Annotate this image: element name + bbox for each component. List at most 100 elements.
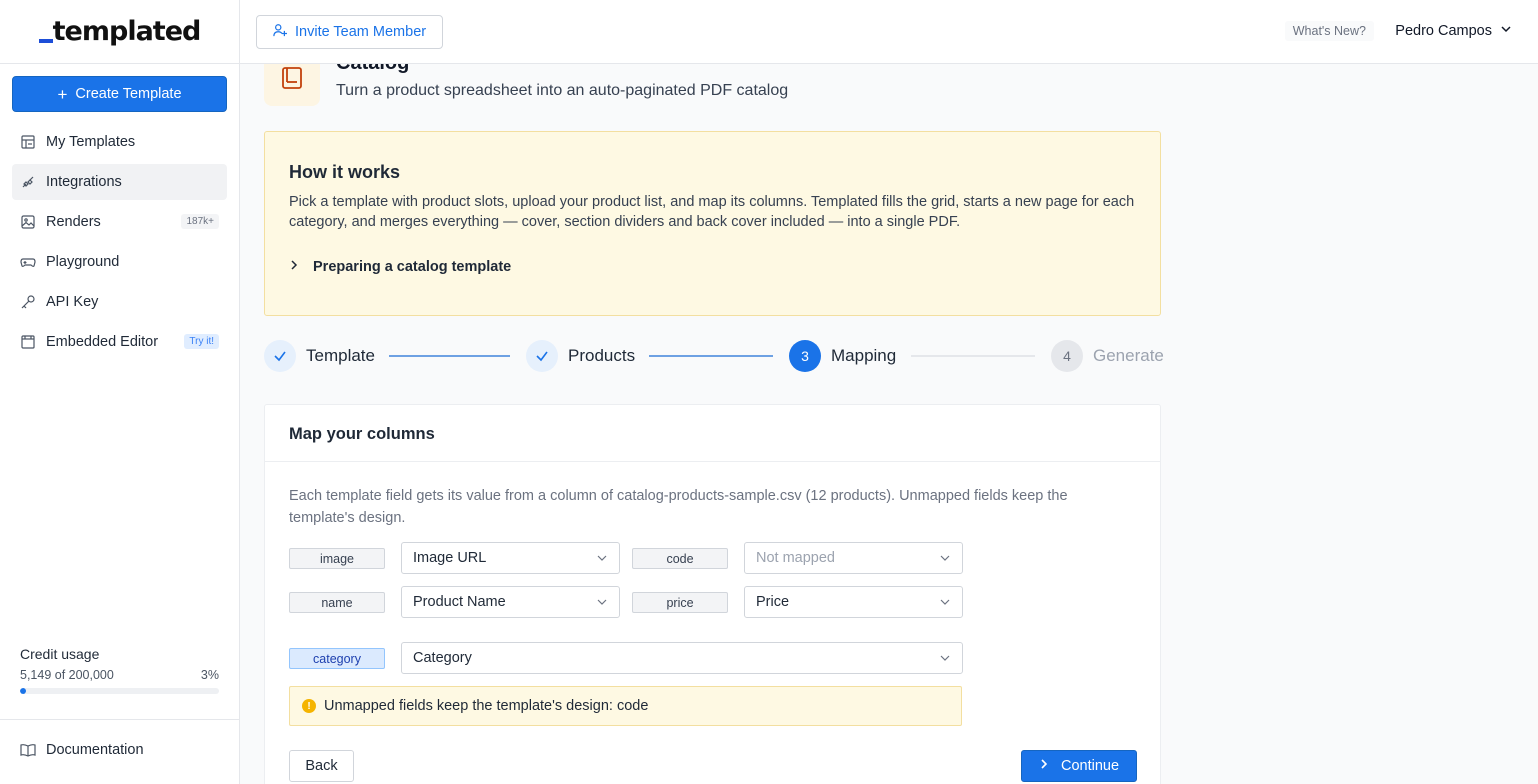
map-columns-description: Each template field gets its value from … [289, 488, 1068, 526]
field-tag-price: price [632, 592, 728, 613]
chevron-down-icon [939, 652, 951, 668]
credit-usage-fill [20, 688, 26, 694]
create-template-button[interactable]: + Create Template [12, 76, 227, 112]
field-tag-image: image [289, 548, 385, 569]
invite-label: Invite Team Member [295, 24, 427, 40]
sidebar-item-integrations[interactable]: Integrations [12, 164, 227, 200]
step-mapping[interactable]: 3 Mapping [789, 340, 896, 372]
window-icon [20, 334, 36, 350]
name-column-select[interactable]: Product Name [401, 586, 620, 618]
sidebar-item-api-key[interactable]: API Key [12, 284, 227, 320]
select-value: Not mapped [756, 550, 835, 566]
code-column-select[interactable]: Not mapped [744, 542, 963, 574]
main-content: Catalog Turn a product spreadsheet into … [240, 64, 1538, 784]
price-column-select[interactable]: Price [744, 586, 963, 618]
image-icon [20, 214, 36, 230]
how-it-works-panel: How it works Pick a template with produc… [264, 131, 1161, 316]
catalog-book-icon [264, 64, 320, 106]
preparing-template-toggle[interactable]: Preparing a catalog template [289, 259, 511, 275]
sidebar: templated + Create Template My Templates… [0, 0, 240, 784]
sidebar-item-label: My Templates [46, 134, 136, 150]
try-it-badge: Try it! [184, 334, 219, 349]
step-generate[interactable]: 4 Generate [1051, 340, 1164, 372]
how-it-works-title: How it works [289, 162, 401, 182]
chevron-down-icon [596, 552, 608, 568]
whats-new-button[interactable]: What's New? [1284, 21, 1374, 41]
sidebar-item-renders[interactable]: Renders 187k+ [12, 204, 227, 240]
book-icon [20, 742, 36, 758]
credit-usage: Credit usage 5,149 of 200,000 3% [20, 646, 219, 694]
user-name: Pedro Campos [1395, 23, 1492, 39]
step-label: Products [568, 346, 636, 365]
step-connector [649, 355, 773, 357]
field-tag-name: name [289, 592, 385, 613]
renders-count-badge: 187k+ [181, 214, 219, 229]
credit-usage-percent: 3% [200, 668, 219, 682]
sidebar-item-label: Renders [46, 214, 101, 230]
unmapped-warning: ! Unmapped fields keep the template's de… [289, 686, 962, 726]
check-icon [526, 340, 558, 372]
sidebar-item-label: Integrations [46, 174, 122, 190]
field-tag-category: category [289, 648, 385, 669]
field-tag-code: code [632, 548, 728, 569]
step-label: Template [306, 346, 375, 365]
create-template-label: Create Template [75, 86, 182, 102]
chevron-down-icon [596, 596, 608, 612]
integrations-icon [20, 174, 36, 190]
credit-usage-bar [20, 688, 219, 694]
logo-area: templated [0, 0, 239, 64]
continue-button[interactable]: Continue [1021, 750, 1137, 782]
image-column-select[interactable]: Image URL [401, 542, 620, 574]
documentation-label: Documentation [46, 742, 144, 758]
check-icon [264, 340, 296, 372]
gamepad-icon [20, 254, 36, 270]
category-column-select[interactable]: Category [401, 642, 963, 674]
sidebar-nav: My Templates Integrations Renders 187k+ … [12, 124, 227, 364]
map-columns-title: Map your columns [265, 405, 1160, 462]
step-products[interactable]: Products [526, 340, 635, 372]
unmapped-warning-text: Unmapped fields keep the template's desi… [324, 698, 649, 714]
top-header: Invite Team Member What's New? Pedro Cam… [240, 0, 1538, 64]
select-value: Category [413, 650, 472, 666]
templates-icon [20, 134, 36, 150]
sidebar-item-embedded-editor[interactable]: Embedded Editor Try it! [12, 324, 227, 360]
step-number: 4 [1051, 340, 1083, 372]
preparing-template-label: Preparing a catalog template [313, 259, 512, 275]
chevron-down-icon [1500, 23, 1512, 39]
key-icon [20, 294, 36, 310]
sidebar-item-playground[interactable]: Playground [12, 244, 227, 280]
warning-icon: ! [302, 699, 316, 713]
how-it-works-text: Pick a template with product slots, uplo… [289, 194, 1135, 230]
chevron-down-icon [939, 552, 951, 568]
documentation-link[interactable]: Documentation [20, 742, 144, 758]
step-label: Mapping [831, 346, 897, 365]
chevron-right-icon [1039, 758, 1049, 774]
step-label: Generate [1093, 346, 1164, 365]
step-connector [389, 355, 510, 357]
credit-usage-count: 5,149 of 200,000 [20, 668, 114, 682]
user-menu[interactable]: Pedro Campos [1395, 23, 1512, 39]
sidebar-footer: Documentation [0, 719, 239, 784]
step-connector [911, 355, 1035, 357]
credit-usage-title: Credit usage [20, 646, 100, 662]
page-subtitle: Turn a product spreadsheet into an auto-… [336, 82, 789, 99]
step-template[interactable]: Template [264, 340, 375, 372]
invite-team-member-button[interactable]: Invite Team Member [256, 15, 444, 49]
logo[interactable]: templated [38, 16, 201, 47]
select-value: Price [756, 594, 790, 610]
sidebar-item-my-templates[interactable]: My Templates [12, 124, 227, 160]
map-columns-card: Map your columns Each template field get… [264, 404, 1161, 784]
select-value: Product Name [413, 594, 506, 610]
sidebar-item-label: Embedded Editor [46, 334, 159, 350]
chevron-right-icon [289, 259, 299, 275]
page-title: Catalog [336, 64, 409, 75]
back-button[interactable]: Back [289, 750, 354, 782]
chevron-down-icon [939, 596, 951, 612]
plus-icon: + [57, 84, 68, 104]
sidebar-item-label: Playground [46, 254, 120, 270]
progress-stepper: Template Products 3 Mapping 4 Generate [264, 340, 1164, 372]
select-value: Image URL [413, 550, 487, 566]
continue-label: Continue [1060, 758, 1120, 774]
sidebar-item-label: API Key [46, 294, 99, 310]
step-number: 3 [789, 340, 821, 372]
